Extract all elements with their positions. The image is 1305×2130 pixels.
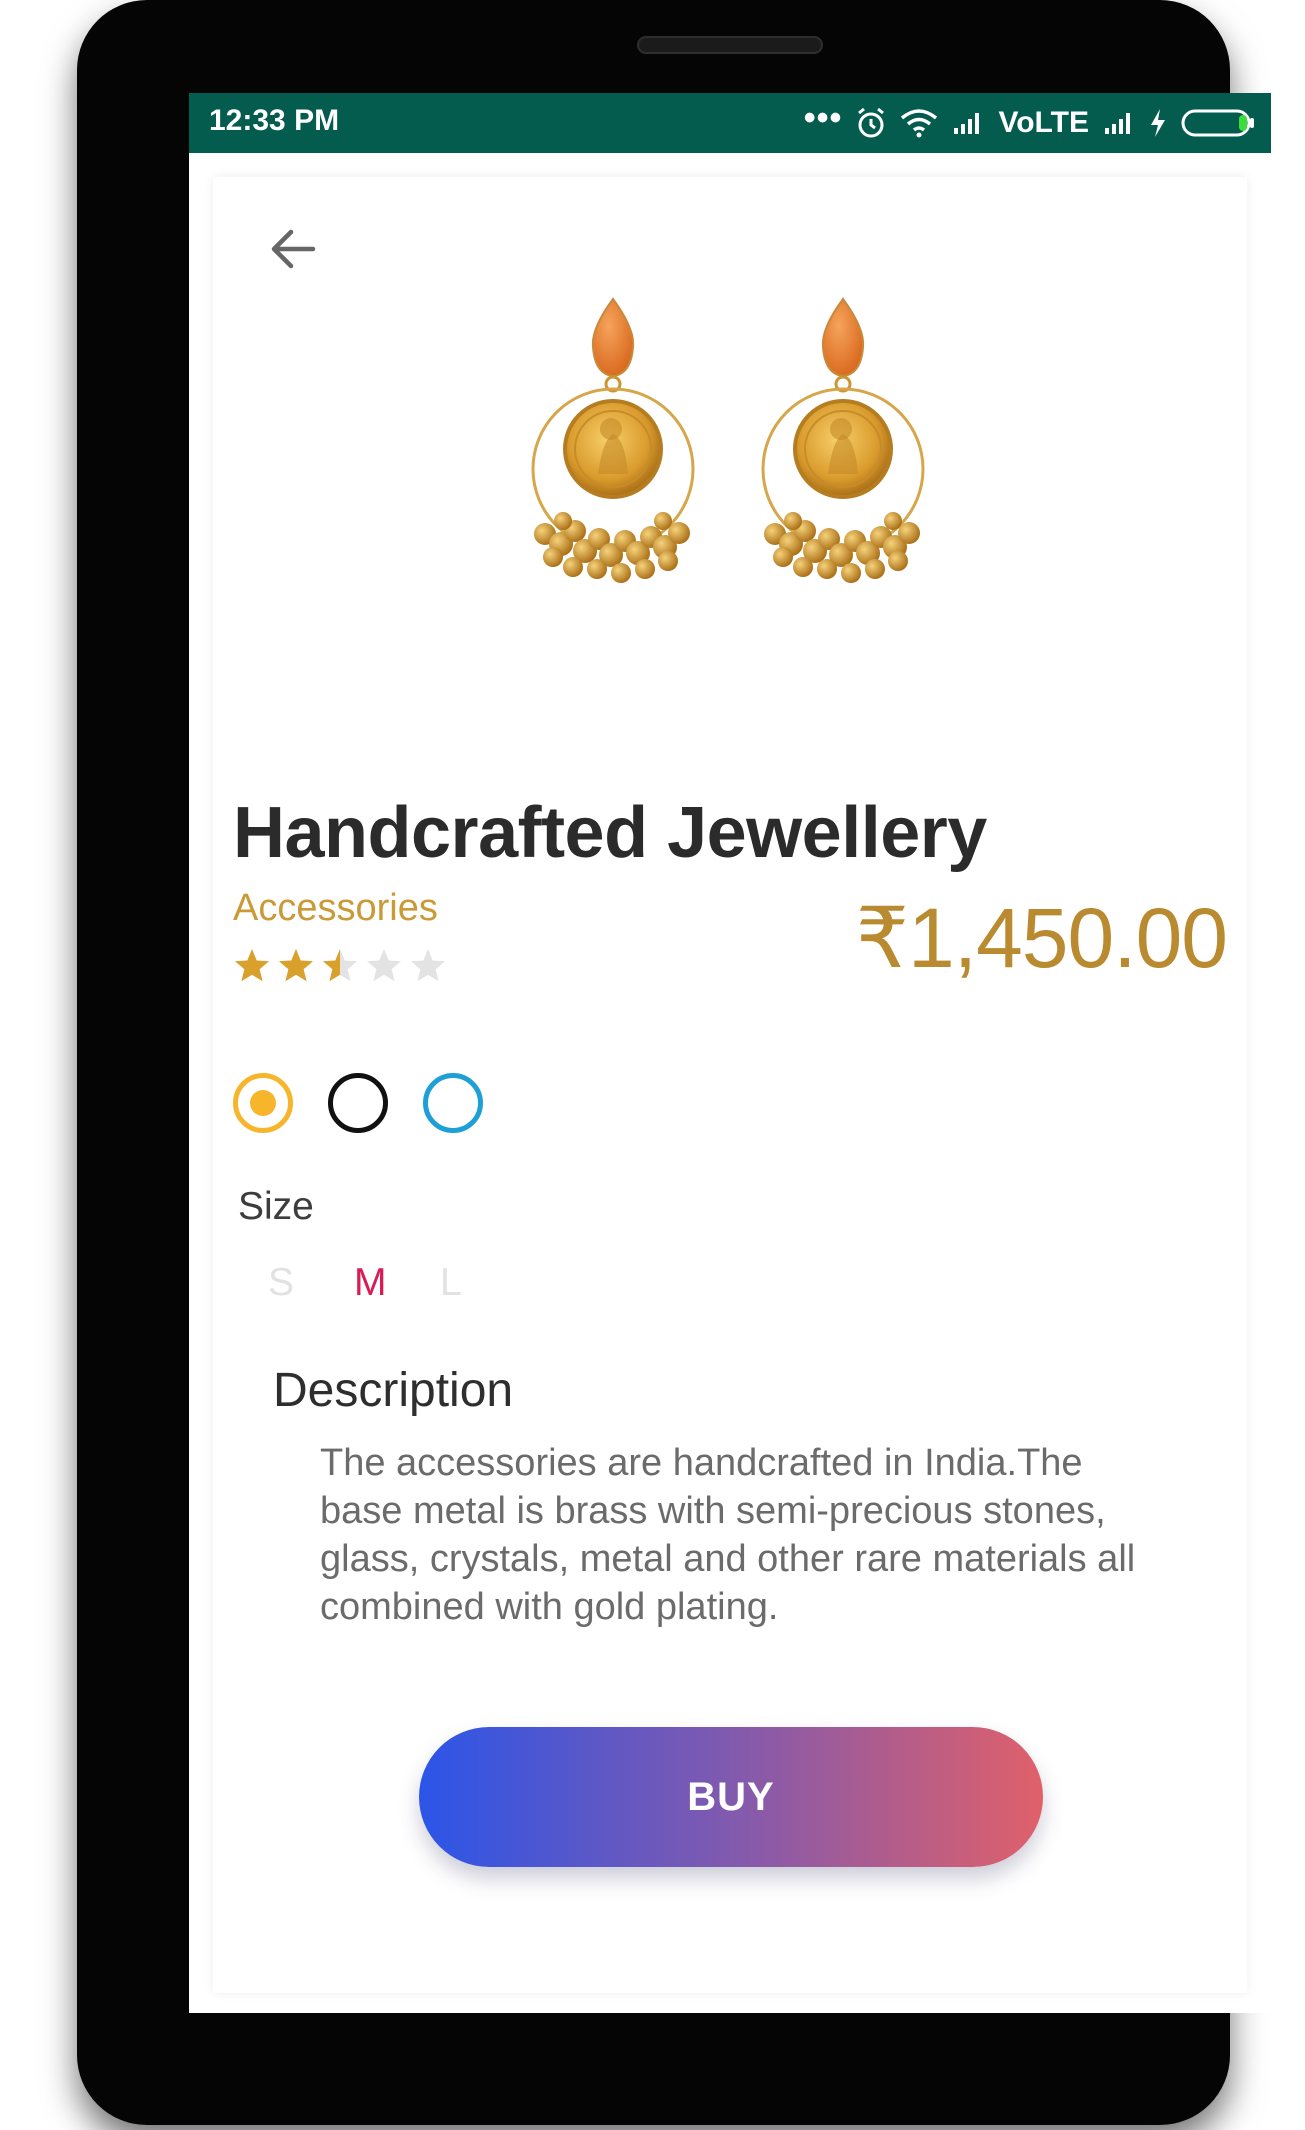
product-category[interactable]: Accessories: [233, 887, 438, 930]
star-icon[interactable]: [277, 947, 315, 985]
star-rating[interactable]: [233, 947, 447, 985]
status-icons: ••• VoLTE: [803, 98, 1255, 145]
product-card: Handcrafted Jewellery Accessories ₹1,450…: [213, 177, 1247, 1993]
size-label: Size: [238, 1185, 314, 1228]
description-title: Description: [273, 1364, 514, 1417]
selected-dot: [250, 1090, 276, 1116]
signal-icon: [1103, 111, 1135, 135]
wifi-icon: [900, 108, 938, 138]
earrings-image: [503, 289, 963, 629]
battery-icon: [1181, 108, 1255, 138]
color-options: [233, 1073, 483, 1133]
product-price: ₹1,450.00: [855, 891, 1228, 985]
speaker-grille: [637, 36, 823, 54]
more-dots: •••: [803, 98, 843, 137]
star-icon[interactable]: [365, 947, 403, 985]
network-type: VoLTE: [998, 106, 1089, 139]
alarm-icon: [856, 107, 886, 139]
signal-icon: [952, 111, 984, 135]
phone-frame: 12:33 PM ••• VoLTE Handcrafted Jewellery…: [77, 0, 1271, 2125]
color-option[interactable]: [328, 1073, 388, 1133]
charging-icon: [1149, 108, 1167, 138]
size-options: SML: [268, 1261, 526, 1305]
size-option-m[interactable]: M: [354, 1261, 440, 1305]
status-time: 12:33 PM: [209, 104, 340, 137]
star-icon[interactable]: [409, 947, 447, 985]
color-option[interactable]: [423, 1073, 483, 1133]
description-text: The accessories are handcrafted in India…: [320, 1442, 1136, 1628]
size-option-l[interactable]: L: [440, 1261, 526, 1305]
screen: 12:33 PM ••• VoLTE Handcrafted Jewellery…: [189, 93, 1271, 2013]
status-bar: 12:33 PM ••• VoLTE: [189, 93, 1271, 153]
color-option[interactable]: [233, 1073, 293, 1133]
buy-button[interactable]: BUY: [419, 1727, 1043, 1867]
size-option-s[interactable]: S: [268, 1261, 354, 1305]
star-icon[interactable]: [233, 947, 271, 985]
star-icon[interactable]: [321, 947, 359, 985]
back-arrow-icon[interactable]: [263, 219, 323, 279]
product-title: Handcrafted Jewellery: [233, 793, 987, 873]
